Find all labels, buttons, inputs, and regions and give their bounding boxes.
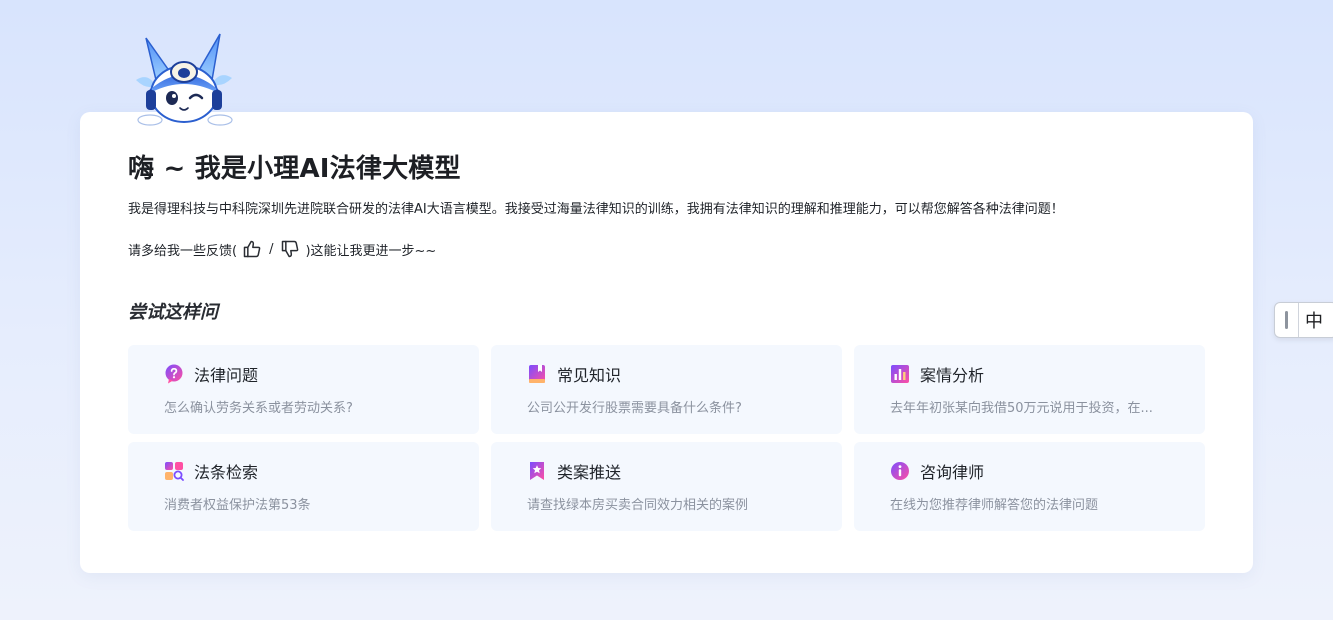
book-icon [527, 364, 547, 384]
bar-chart-icon [890, 364, 910, 384]
suggestion-grid: 法律问题 怎么确认劳务关系或者劳动关系? 常见知识 公司公开发行股票需要具备什么… [128, 345, 1205, 531]
suggestions-heading: 尝试这样问 [128, 302, 218, 323]
suggestion-title: 类案推送 [557, 463, 622, 482]
suggestion-title: 常见知识 [557, 366, 622, 385]
suggestion-question: 去年年初张某向我借50万元说用于投资，在... [890, 401, 1153, 416]
suggestion-statute-search[interactable]: 法条检索 消费者权益保护法第53条 [128, 442, 479, 531]
thumbs-down-icon[interactable] [279, 238, 301, 260]
suggestion-title: 法律问题 [194, 366, 259, 385]
ime-divider [1298, 303, 1299, 337]
suggestion-legal-question[interactable]: 法律问题 怎么确认劳务关系或者劳动关系? [128, 345, 479, 434]
thumbs-up-icon[interactable] [241, 238, 263, 260]
feedback-prefix: 请多给我一些反馈( [128, 243, 238, 259]
suggestion-question: 怎么确认劳务关系或者劳动关系? [164, 401, 353, 416]
suggestion-title: 咨询律师 [920, 463, 985, 482]
suggestion-consult-lawyer[interactable]: 咨询律师 在线为您推荐律师解答您的法律问题 [854, 442, 1205, 531]
suggestion-similar-cases[interactable]: 类案推送 请查找绿本房买卖合同效力相关的案例 [491, 442, 842, 531]
feedback-suffix: )这能让我更进一步~~ [305, 243, 437, 259]
ime-toolbar[interactable]: 中 [1274, 302, 1333, 338]
suggestion-title: 法条检索 [194, 463, 259, 482]
welcome-card: 嗨 ~ 我是小理AI法律大模型 我是得理科技与中科院深圳先进院联合研发的法律AI… [80, 112, 1253, 573]
intro-description: 我是得理科技与中科院深圳先进院联合研发的法律AI大语言模型。我接受过海量法律知识… [128, 202, 1064, 217]
feedback-separator: / [269, 241, 274, 257]
suggestion-question: 请查找绿本房买卖合同效力相关的案例 [527, 498, 749, 513]
ime-mode-label[interactable]: 中 [1305, 307, 1323, 333]
suggestion-case-analysis[interactable]: 案情分析 去年年初张某向我借50万元说用于投资，在... [854, 345, 1205, 434]
search-grid-icon [164, 461, 184, 481]
suggestion-question: 在线为您推荐律师解答您的法律问题 [890, 498, 1099, 513]
question-bubble-icon [164, 364, 184, 384]
suggestion-question: 消费者权益保护法第53条 [164, 498, 311, 513]
mascot-avatar [136, 33, 233, 126]
bookmark-star-icon [527, 461, 547, 481]
suggestion-question: 公司公开发行股票需要具备什么条件? [527, 401, 742, 416]
drag-handle-icon[interactable] [1285, 311, 1288, 329]
suggestion-common-knowledge[interactable]: 常见知识 公司公开发行股票需要具备什么条件? [491, 345, 842, 434]
page-title: 嗨 ~ 我是小理AI法律大模型 [128, 154, 461, 184]
info-icon [890, 461, 910, 481]
suggestion-title: 案情分析 [920, 366, 985, 385]
feedback-line: 请多给我一些反馈( / )这能让我更进一步~~ [128, 238, 436, 260]
